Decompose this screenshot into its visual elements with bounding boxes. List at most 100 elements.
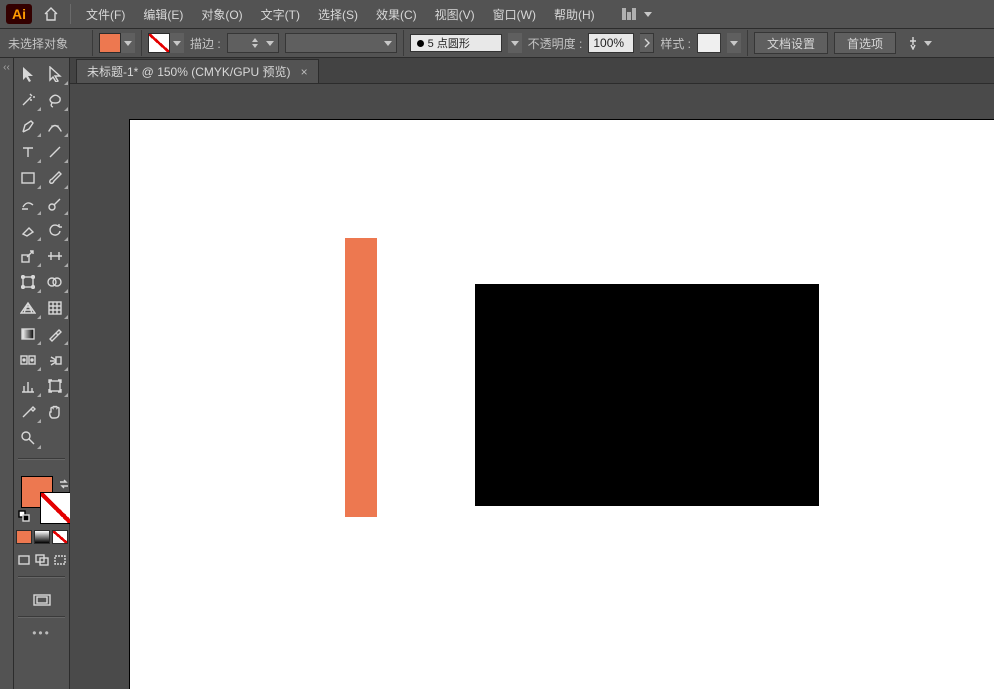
separator xyxy=(141,30,142,56)
chevron-down-icon xyxy=(924,41,932,46)
menu-help[interactable]: 帮助(H) xyxy=(547,2,602,27)
brush-name: 5 点圆形 xyxy=(428,35,470,51)
paintbrush-tool[interactable] xyxy=(42,166,70,190)
free-transform-tool[interactable] xyxy=(14,270,42,294)
orange-rectangle-shape[interactable] xyxy=(345,238,377,517)
stepper-icon xyxy=(252,38,258,48)
rotate-tool[interactable] xyxy=(42,218,70,242)
blend-tool[interactable] xyxy=(14,348,42,372)
separator xyxy=(403,30,404,56)
preferences-button[interactable]: 首选项 xyxy=(834,32,896,54)
symbol-sprayer-tool[interactable] xyxy=(42,348,70,372)
swap-fill-stroke-icon[interactable] xyxy=(58,478,70,490)
zoom-tool[interactable] xyxy=(14,426,42,450)
menu-select[interactable]: 选择(S) xyxy=(311,2,365,27)
mesh-tool[interactable] xyxy=(42,296,70,320)
document-tab[interactable]: 未标题-1* @ 150% (CMYK/GPU 预览) × xyxy=(76,59,319,83)
stroke-proxy[interactable] xyxy=(40,492,72,524)
selection-tool[interactable] xyxy=(14,62,42,86)
color-mode-solid[interactable] xyxy=(16,530,32,544)
menu-effect[interactable]: 效果(C) xyxy=(369,2,424,27)
draw-normal[interactable] xyxy=(15,552,33,568)
black-rectangle-shape[interactable] xyxy=(475,284,819,506)
chevron-down-icon xyxy=(266,41,274,46)
separator xyxy=(18,616,65,618)
menu-object[interactable]: 对象(O) xyxy=(194,2,249,27)
panel-collapse-column[interactable]: ‹‹ xyxy=(0,58,14,689)
scale-tool[interactable] xyxy=(14,244,42,268)
collapse-icon: ‹‹ xyxy=(3,62,10,689)
selection-status: 未选择对象 xyxy=(6,35,86,52)
opacity-more[interactable] xyxy=(640,33,654,53)
canvas[interactable] xyxy=(70,84,994,689)
column-graph-tool[interactable] xyxy=(14,374,42,398)
pin-panel[interactable] xyxy=(906,36,932,50)
artboard xyxy=(130,120,994,689)
home-icon[interactable] xyxy=(40,7,62,21)
variable-width-profile[interactable] xyxy=(285,33,397,53)
stroke-color-control[interactable] xyxy=(148,33,184,53)
workspace-switcher[interactable] xyxy=(616,6,658,22)
graphic-style[interactable] xyxy=(697,33,721,53)
edit-toolbar[interactable]: ••• xyxy=(14,626,69,640)
hand-tool[interactable] xyxy=(42,400,70,424)
gradient-tool[interactable] xyxy=(14,322,42,346)
document-tabstrip: 未标题-1* @ 150% (CMYK/GPU 预览) × xyxy=(70,58,994,84)
opacity-field[interactable]: 100% xyxy=(588,33,634,53)
style-dropdown[interactable] xyxy=(727,33,741,53)
perspective-grid-tool[interactable] xyxy=(14,296,42,320)
color-mode-none[interactable] xyxy=(52,530,68,544)
tools-panel: ••• xyxy=(14,58,70,689)
work-area: ‹‹ xyxy=(0,58,994,689)
close-tab-icon[interactable]: × xyxy=(301,65,308,79)
type-tool[interactable] xyxy=(14,140,42,164)
brush-definition[interactable]: 5 点圆形 xyxy=(410,34,502,52)
stroke-dropdown[interactable] xyxy=(170,33,184,53)
fill-stroke-proxy[interactable] xyxy=(14,476,69,524)
artboard-tool[interactable] xyxy=(42,374,70,398)
screen-mode[interactable] xyxy=(14,594,69,608)
rectangle-tool[interactable] xyxy=(14,166,42,190)
workspace-icon xyxy=(622,8,640,20)
document-area: 未标题-1* @ 150% (CMYK/GPU 预览) × xyxy=(70,58,994,689)
stroke-weight-label: 描边 : xyxy=(190,35,221,52)
blob-brush-tool[interactable] xyxy=(42,192,70,216)
menu-window[interactable]: 窗口(W) xyxy=(486,2,543,27)
shaper-tool[interactable] xyxy=(14,192,42,216)
style-label: 样式 : xyxy=(660,35,691,52)
menu-type[interactable]: 文字(T) xyxy=(254,2,307,27)
tool-empty xyxy=(42,426,70,450)
lasso-tool[interactable] xyxy=(42,88,70,112)
separator xyxy=(18,458,65,460)
draw-mode-row xyxy=(14,552,69,568)
color-mode-gradient[interactable] xyxy=(34,530,50,544)
options-bar: 未选择对象 描边 : 5 点圆形 不透明度 : 100% 样式 : 文档设置 首… xyxy=(0,28,994,58)
stroke-weight-field[interactable] xyxy=(227,33,279,53)
menu-file[interactable]: 文件(F) xyxy=(79,2,132,27)
eraser-tool[interactable] xyxy=(14,218,42,242)
curvature-tool[interactable] xyxy=(42,114,70,138)
direct-selection-tool[interactable] xyxy=(42,62,70,86)
magic-wand-tool[interactable] xyxy=(14,88,42,112)
shape-builder-tool[interactable] xyxy=(42,270,70,294)
pen-tool[interactable] xyxy=(14,114,42,138)
document-tab-title: 未标题-1* @ 150% (CMYK/GPU 预览) xyxy=(87,63,291,80)
stroke-swatch xyxy=(148,33,170,53)
menu-edit[interactable]: 编辑(E) xyxy=(136,2,190,27)
app-logo: Ai xyxy=(6,4,32,24)
width-tool[interactable] xyxy=(42,244,70,268)
color-mode-row xyxy=(14,530,69,544)
draw-behind[interactable] xyxy=(33,552,51,568)
draw-inside[interactable] xyxy=(51,552,69,568)
fill-dropdown[interactable] xyxy=(121,33,135,53)
opacity-value: 100% xyxy=(593,36,624,50)
brush-dropdown[interactable] xyxy=(508,33,522,53)
menu-view[interactable]: 视图(V) xyxy=(428,2,482,27)
line-segment-tool[interactable] xyxy=(42,140,70,164)
document-setup-button[interactable]: 文档设置 xyxy=(754,32,828,54)
chevron-down-icon xyxy=(384,41,392,46)
default-fill-stroke-icon[interactable] xyxy=(18,510,30,522)
slice-tool[interactable] xyxy=(14,400,42,424)
eyedropper-tool[interactable] xyxy=(42,322,70,346)
fill-color-control[interactable] xyxy=(99,33,135,53)
